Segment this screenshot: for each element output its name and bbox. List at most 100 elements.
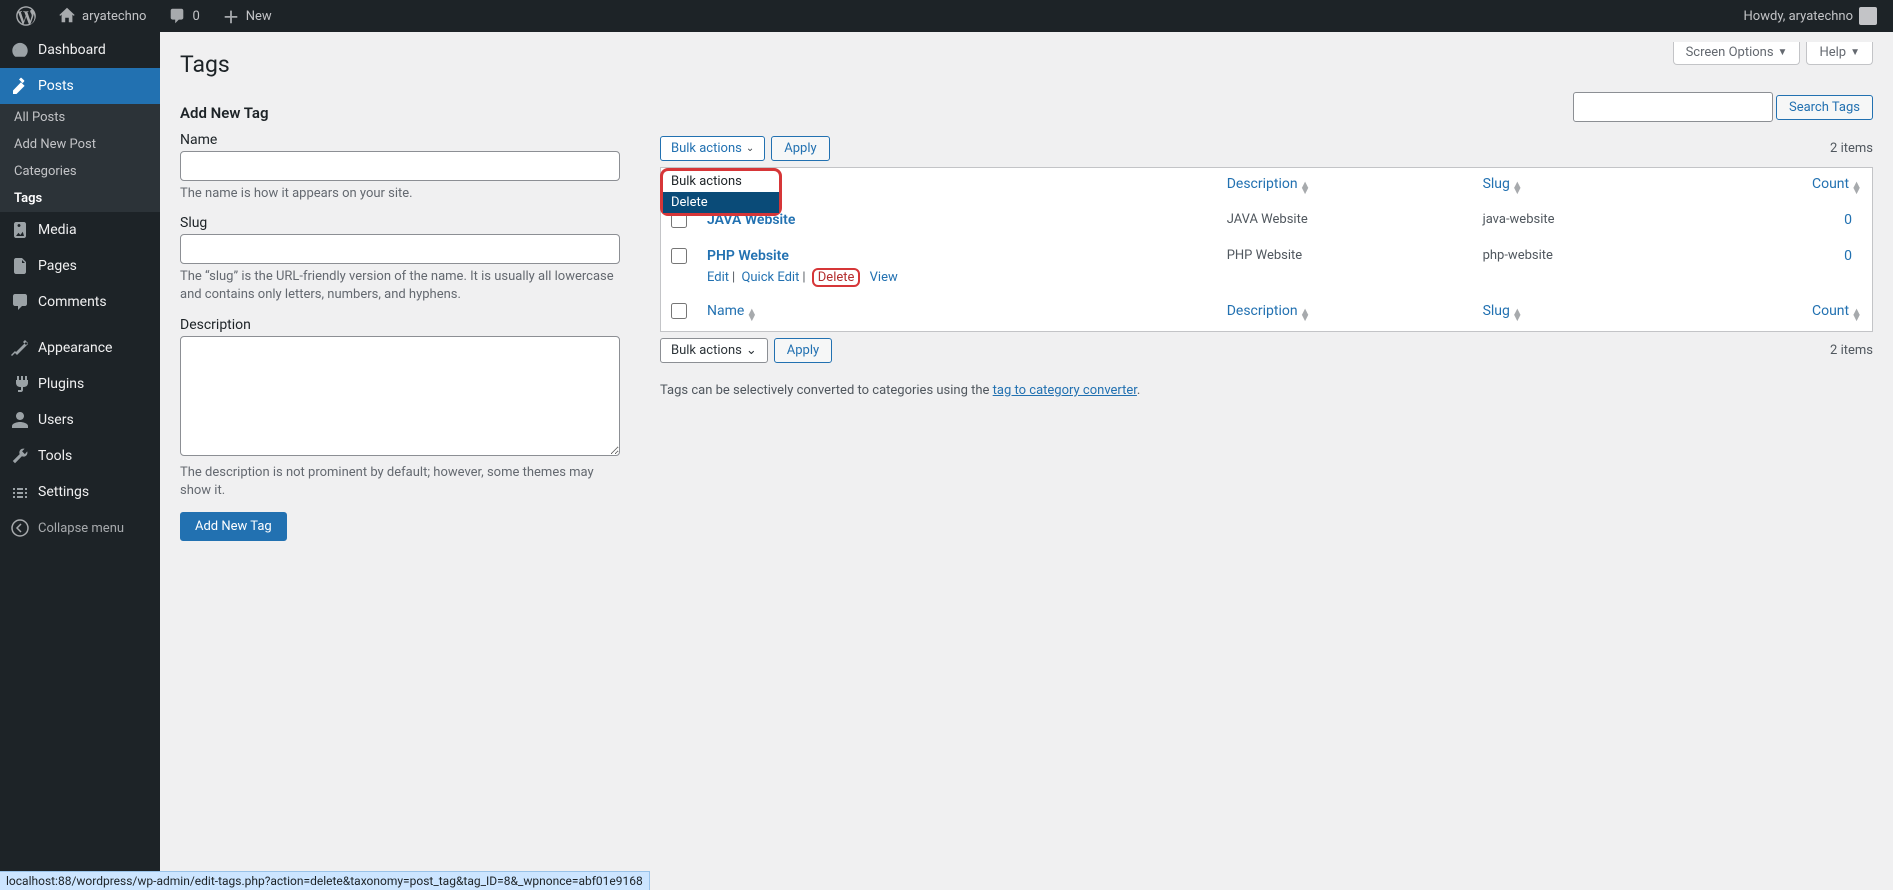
- comments-icon: [10, 292, 30, 312]
- sidebar-item-media[interactable]: Media: [0, 212, 160, 248]
- sort-icon: ▲▼: [1851, 309, 1862, 321]
- tag-slug: java-website: [1473, 204, 1700, 240]
- comments-count: 0: [192, 9, 199, 24]
- comments-bubble[interactable]: 0: [160, 0, 207, 32]
- bulk-option-delete[interactable]: Delete: [663, 192, 779, 213]
- sidebar-item-plugins[interactable]: Plugins: [0, 366, 160, 402]
- description-label: Description: [180, 317, 620, 333]
- sort-icon: ▲▼: [1300, 309, 1311, 321]
- home-icon: [58, 7, 76, 25]
- sort-icon: ▲▼: [746, 309, 757, 321]
- comments-label: Comments: [38, 294, 107, 310]
- tag-count-link[interactable]: 0: [1844, 248, 1852, 264]
- bulk-actions-dropdown: Bulk actions Delete: [660, 168, 782, 216]
- converter-note: Tags can be selectively converted to cat…: [660, 383, 1873, 398]
- tags-list-panel: Search Tags Bulk actions ⌄ Apply Bulk ac…: [660, 92, 1873, 541]
- tag-count-link[interactable]: 0: [1844, 212, 1852, 228]
- pin-icon: [10, 76, 30, 96]
- sidebar-item-posts[interactable]: Posts: [0, 68, 160, 104]
- bulk-actions-label: Bulk actions: [671, 141, 742, 156]
- screen-meta-links: Screen Options▼ Help▼: [1673, 42, 1873, 65]
- tag-title-link[interactable]: PHP Website: [707, 248, 789, 264]
- tag-slug: php-website: [1473, 240, 1700, 295]
- tools-label: Tools: [38, 448, 72, 464]
- media-label: Media: [38, 222, 77, 238]
- sidebar-item-settings[interactable]: Settings: [0, 474, 160, 510]
- col-description[interactable]: Description▲▼: [1217, 168, 1473, 204]
- bulk-actions-select-top[interactable]: Bulk actions ⌄: [660, 136, 765, 161]
- tools-icon: [10, 446, 30, 466]
- apply-button-bottom[interactable]: Apply: [774, 338, 832, 363]
- collapse-menu[interactable]: Collapse menu: [0, 510, 160, 546]
- name-label: Name: [180, 132, 620, 148]
- page-title: Tags: [180, 42, 1873, 82]
- admin-sidebar: Dashboard Posts All Posts Add New Post C…: [0, 32, 160, 890]
- sort-icon: ▲▼: [1512, 309, 1523, 321]
- collapse-label: Collapse menu: [38, 521, 124, 536]
- add-new-tag-heading: Add New Tag: [180, 104, 620, 122]
- screen-options-label: Screen Options: [1686, 45, 1774, 60]
- comment-icon: [168, 7, 186, 25]
- sidebar-item-pages[interactable]: Pages: [0, 248, 160, 284]
- sidebar-item-add-new-post[interactable]: Add New Post: [0, 131, 160, 158]
- bulk-option-bulk-actions[interactable]: Bulk actions: [663, 171, 779, 192]
- row-checkbox[interactable]: [671, 248, 687, 264]
- sidebar-item-appearance[interactable]: Appearance: [0, 330, 160, 366]
- sidebar-item-all-posts[interactable]: All Posts: [0, 104, 160, 131]
- settings-icon: [10, 482, 30, 502]
- sidebar-item-categories[interactable]: Categories: [0, 158, 160, 185]
- plus-icon: [222, 7, 240, 25]
- description-desc: The description is not prominent by defa…: [180, 464, 620, 500]
- apply-button-top[interactable]: Apply: [771, 136, 829, 161]
- bulk-actions-select-bottom[interactable]: Bulk actions ⌄: [660, 338, 768, 363]
- row-actions: Edit| Quick Edit| Delete View: [707, 268, 1207, 287]
- row-action-quick-edit[interactable]: Quick Edit: [741, 270, 799, 285]
- posts-submenu: All Posts Add New Post Categories Tags: [0, 104, 160, 212]
- my-account[interactable]: Howdy, aryatechno: [1736, 0, 1885, 32]
- description-input[interactable]: [180, 336, 620, 456]
- select-all-checkbox-bottom[interactable]: [671, 303, 687, 319]
- sidebar-item-comments[interactable]: Comments: [0, 284, 160, 320]
- new-content[interactable]: New: [214, 0, 280, 32]
- name-input[interactable]: [180, 151, 620, 181]
- row-action-delete[interactable]: Delete: [818, 270, 855, 285]
- row-action-edit[interactable]: Edit: [707, 270, 729, 285]
- admin-bar: aryatechno 0 New Howdy, aryatechno: [0, 0, 1893, 32]
- slug-desc: The “slug” is the URL-friendly version o…: [180, 268, 620, 304]
- wordpress-icon: [16, 6, 36, 26]
- sidebar-item-tags[interactable]: Tags: [0, 185, 160, 212]
- col-slug-foot[interactable]: Slug▲▼: [1473, 295, 1700, 331]
- chevron-down-icon: ⌄: [746, 143, 754, 154]
- add-new-tag-button[interactable]: Add New Tag: [180, 512, 287, 541]
- bulk-actions-label: Bulk actions: [671, 343, 742, 358]
- help-label: Help: [1819, 45, 1846, 60]
- tags-table: Name▲▼ Description▲▼ Slug▲▼ Count▲▼ JAVA…: [660, 167, 1873, 332]
- tag-desc: PHP Website: [1217, 240, 1473, 295]
- row-action-view[interactable]: View: [870, 270, 898, 285]
- help-toggle[interactable]: Help▼: [1806, 42, 1873, 65]
- sidebar-item-dashboard[interactable]: Dashboard: [0, 32, 160, 68]
- wp-logo[interactable]: [8, 0, 44, 32]
- table-row: PHP Website Edit| Quick Edit| Delete Vie…: [661, 240, 1872, 295]
- plugins-icon: [10, 374, 30, 394]
- col-name-foot[interactable]: Name▲▼: [697, 295, 1217, 331]
- screen-options-toggle[interactable]: Screen Options▼: [1673, 42, 1801, 65]
- tag-to-category-converter-link[interactable]: tag to category converter: [993, 383, 1137, 398]
- plugins-label: Plugins: [38, 376, 84, 392]
- name-desc: The name is how it appears on your site.: [180, 185, 620, 203]
- site-link[interactable]: aryatechno: [50, 0, 154, 32]
- tag-search-input[interactable]: [1573, 92, 1773, 122]
- status-bar: localhost:88/wordpress/wp-admin/edit-tag…: [0, 871, 650, 890]
- sidebar-item-tools[interactable]: Tools: [0, 438, 160, 474]
- users-label: Users: [38, 412, 74, 428]
- search-tags-button[interactable]: Search Tags: [1776, 95, 1873, 120]
- sidebar-item-users[interactable]: Users: [0, 402, 160, 438]
- slug-input[interactable]: [180, 234, 620, 264]
- col-description-foot[interactable]: Description▲▼: [1217, 295, 1473, 331]
- appearance-icon: [10, 338, 30, 358]
- avatar-icon: [1859, 7, 1877, 25]
- dashboard-icon: [10, 40, 30, 60]
- col-count[interactable]: Count▲▼: [1699, 168, 1872, 204]
- col-count-foot[interactable]: Count▲▼: [1699, 295, 1872, 331]
- col-slug[interactable]: Slug▲▼: [1473, 168, 1700, 204]
